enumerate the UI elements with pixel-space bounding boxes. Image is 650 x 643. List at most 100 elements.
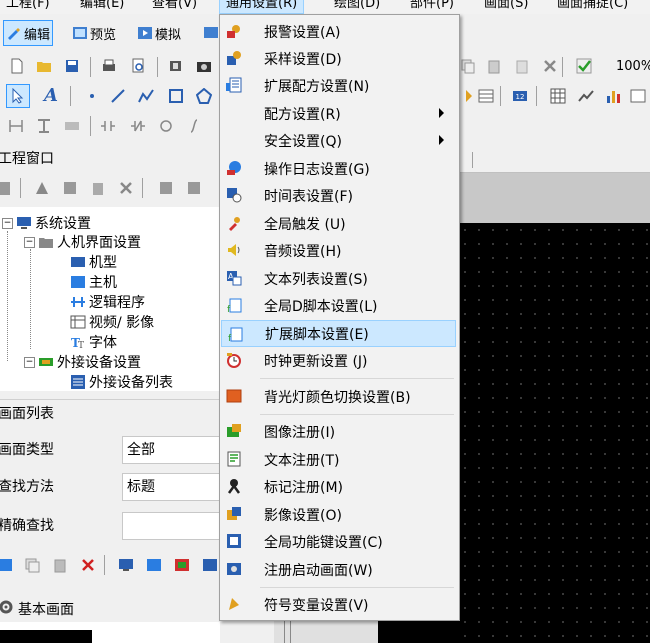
menu-item-backlight-color[interactable]: 背光灯颜色切换设置(B) <box>221 383 456 410</box>
tree-item-host[interactable]: 主机 <box>70 272 117 292</box>
menu-project[interactable]: 工程(F) <box>6 0 50 13</box>
delete-screen-icon[interactable] <box>118 180 134 196</box>
open-folder-icon[interactable] <box>36 58 52 74</box>
menu-item-global-function-key[interactable]: 全局功能键设置(C) <box>221 528 456 555</box>
screen-type-select[interactable]: 全部 <box>122 436 220 464</box>
menu-edit[interactable]: 编辑(E) <box>80 0 124 13</box>
ladder-icon[interactable] <box>8 118 24 134</box>
menu-item-symbol-variable[interactable]: 符号变量设置(V) <box>221 591 456 618</box>
menu-item-global-d-script[interactable]: f 全局D脚本设置(L) <box>221 292 456 319</box>
menu-item-sampling-settings[interactable]: 采样设置(D) <box>221 45 456 72</box>
menu-item-security-settings[interactable]: 安全设置(Q) <box>221 127 456 154</box>
design-canvas[interactable] <box>458 223 650 643</box>
camera-icon[interactable] <box>196 58 212 74</box>
menu-view[interactable]: 查看(V) <box>152 0 197 13</box>
copy-screen-icon[interactable] <box>62 180 78 196</box>
zoom-value[interactable]: 100% <box>616 59 650 74</box>
paste-screen-icon[interactable] <box>90 180 106 196</box>
rectangle-tool-icon[interactable] <box>168 88 184 104</box>
bar-graph-icon[interactable] <box>606 88 622 104</box>
menu-item-mark-register[interactable]: 标记注册(M) <box>221 473 456 500</box>
menu-item-text-register[interactable]: 文本注册(T) <box>221 446 456 473</box>
coil-icon[interactable] <box>36 118 52 134</box>
menu-general-settings[interactable]: 通用设置(R) <box>219 0 305 14</box>
collapse-toggle[interactable]: − <box>24 236 35 248</box>
download-icon[interactable] <box>168 58 184 74</box>
screen-settings-icon[interactable] <box>186 180 202 196</box>
screen-icon[interactable] <box>118 557 134 573</box>
menu-item-clock-update[interactable]: 时钟更新设置 (J) <box>221 347 456 374</box>
exact-search-input[interactable] <box>122 512 220 540</box>
collapse-toggle[interactable]: − <box>2 217 13 229</box>
export-icon[interactable] <box>174 557 190 573</box>
menu-item-image-register[interactable]: 图像注册(I) <box>221 418 456 445</box>
menu-parts[interactable]: 部件(P) <box>410 0 454 13</box>
tree-item-system-settings[interactable]: − 系统设置 <box>2 213 91 233</box>
contact-no-icon[interactable] <box>100 118 116 134</box>
check-icon[interactable] <box>576 58 592 74</box>
menu-item-recipe-settings[interactable]: 配方设置(R) <box>221 100 456 127</box>
line-tool-icon[interactable] <box>110 88 126 104</box>
simulate-button[interactable]: 模拟 <box>137 21 181 45</box>
tree-item-hmi-settings[interactable]: − 人机界面设置 <box>24 232 141 252</box>
menu-item-global-trigger[interactable]: 全局触发 (U) <box>221 210 456 237</box>
grid-icon[interactable] <box>550 88 566 104</box>
screen-thumbnail[interactable] <box>0 630 92 643</box>
preview-button[interactable]: 预览 <box>72 21 116 45</box>
properties-icon[interactable] <box>34 180 50 196</box>
window-icon[interactable] <box>146 557 162 573</box>
trend-icon[interactable] <box>578 88 594 104</box>
print-icon[interactable] <box>101 58 117 74</box>
number-display-icon[interactable]: 12 <box>512 88 528 104</box>
new-item-icon[interactable] <box>0 180 16 196</box>
function-icon[interactable] <box>186 118 202 134</box>
clipboard-icon[interactable] <box>514 58 530 74</box>
open-screen-icon[interactable] <box>158 180 174 196</box>
menu-item-extended-script[interactable]: f 扩展脚本设置(E) <box>221 320 456 347</box>
search-method-select[interactable]: 标题 <box>122 473 220 501</box>
select-tool-button[interactable] <box>6 84 30 108</box>
dot-tool-icon[interactable] <box>84 88 100 104</box>
menu-item-schedule[interactable]: 时间表设置(F) <box>221 182 456 209</box>
polygon-tool-icon[interactable] <box>196 88 212 104</box>
new-file-icon[interactable] <box>9 58 25 74</box>
menu-item-video-settings[interactable]: 影像设置(O) <box>221 501 456 528</box>
menu-item-extended-recipe[interactable]: 扩展配方设置(N) <box>221 72 456 99</box>
copy-icon[interactable] <box>460 58 476 74</box>
tree-item-external-device-settings[interactable]: − 外接设备设置 <box>24 352 141 372</box>
new-screen-icon[interactable] <box>0 557 16 573</box>
register-icon[interactable] <box>64 118 80 134</box>
contact-nc-icon[interactable] <box>130 118 146 134</box>
delete-icon[interactable] <box>542 58 558 74</box>
tree-item-logic-program[interactable]: 逻辑程序 <box>70 292 145 312</box>
tree-item-font[interactable]: TT 字体 <box>70 332 117 352</box>
paste-icon[interactable] <box>486 58 502 74</box>
tree-item-external-device-list[interactable]: 外接设备列表 <box>70 372 173 392</box>
fill-icon[interactable] <box>458 88 474 104</box>
duplicate-screen-icon[interactable] <box>24 557 40 573</box>
tree-item-model[interactable]: 机型 <box>70 252 117 272</box>
collapse-toggle[interactable]: − <box>24 356 35 368</box>
paste-screen-icon[interactable] <box>52 557 68 573</box>
table-icon[interactable] <box>478 88 494 104</box>
menu-item-startup-screen[interactable]: 注册启动画面(W) <box>221 556 456 583</box>
menu-item-operation-log[interactable]: 操作日志设置(G) <box>221 155 456 182</box>
menu-item-audio-settings[interactable]: 音频设置(H) <box>221 237 456 264</box>
text-tool-icon[interactable]: A <box>44 85 58 106</box>
monitor-icon[interactable] <box>203 25 219 41</box>
menu-item-text-list[interactable]: A 文本列表设置(S) <box>221 265 456 292</box>
delete-icon[interactable] <box>80 557 96 573</box>
edit-mode-button[interactable]: 编辑 <box>3 20 54 46</box>
menu-screen-capture[interactable]: 画面捕捉(C) <box>557 0 628 13</box>
menu-draw[interactable]: 绘图(D) <box>334 0 380 13</box>
menu-screen[interactable]: 画面(S) <box>484 0 528 13</box>
save-icon[interactable] <box>64 58 80 74</box>
base-screen-row[interactable]: 基本画面 <box>0 596 220 620</box>
meter-icon[interactable] <box>630 88 646 104</box>
output-coil-icon[interactable] <box>158 118 174 134</box>
import-icon[interactable] <box>202 557 218 573</box>
print-preview-icon[interactable] <box>130 58 146 74</box>
tree-item-video[interactable]: 视频/ 影像 <box>70 312 154 332</box>
polyline-tool-icon[interactable] <box>138 88 154 104</box>
menu-item-alarm-settings[interactable]: 报警设置(A) <box>221 18 456 45</box>
